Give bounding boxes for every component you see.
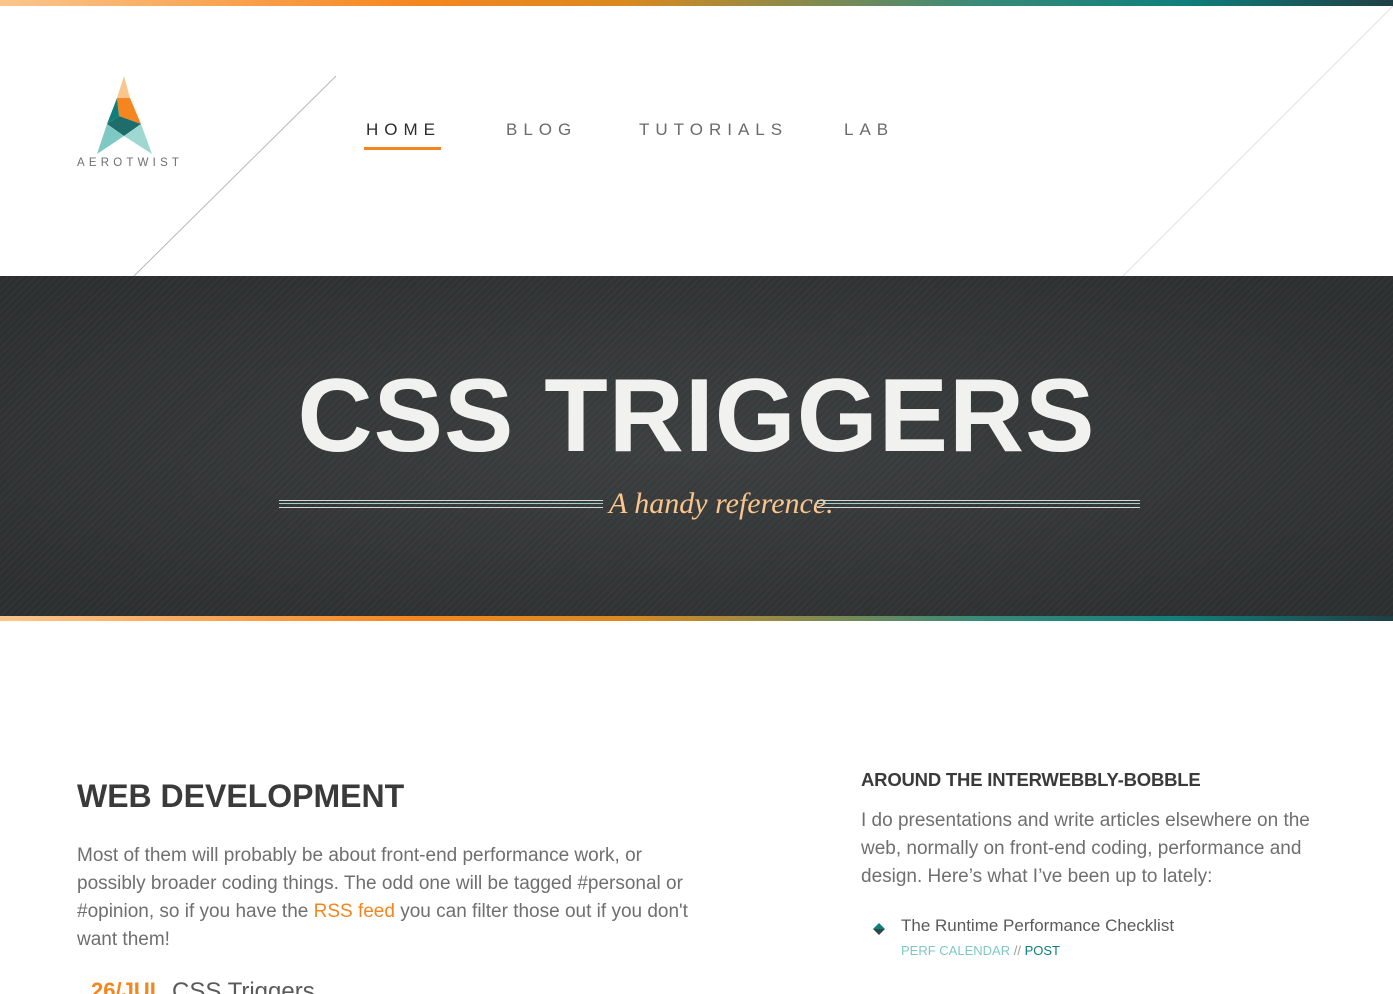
post-title-link[interactable]: CSS Triggers [172, 978, 315, 994]
logo-mark-icon [97, 76, 152, 154]
rss-feed-link[interactable]: RSS feed [314, 901, 395, 922]
diamond-icon [873, 923, 885, 935]
tagline-rule-left [279, 500, 603, 508]
banner-tagline: A handy reference. [609, 487, 834, 520]
item-type-link[interactable]: POST [1025, 943, 1060, 958]
section-intro: Most of them will probably be about fron… [77, 842, 697, 954]
list-item[interactable]: The Runtime Performance Checklist PERF C… [872, 916, 1332, 980]
item-source-link[interactable]: PERF CALENDAR [901, 943, 1010, 958]
banner-gradient-bar [0, 616, 1393, 621]
section-heading: WEB DEVELOPMENT [77, 778, 405, 814]
item-meta: PERF CALENDAR // POST [901, 943, 1060, 958]
tagline-rule-right [817, 500, 1140, 508]
nav-item-blog[interactable]: BLOG [506, 120, 577, 150]
sidebar-intro: I do presentations and write articles el… [861, 810, 1310, 887]
post-list-item[interactable]: 26/JUL CSS Triggers [77, 978, 677, 994]
item-title-link[interactable]: The Runtime Performance Checklist [901, 916, 1174, 936]
banner-title: CSS TRIGGERS [297, 358, 1096, 474]
sidebar-list: The Runtime Performance Checklist PERF C… [872, 916, 1332, 980]
nav-item-home[interactable]: HOME [364, 120, 441, 150]
nav-item-tutorials[interactable]: TUTORIALS [639, 120, 788, 150]
logo[interactable]: AEROTWIST [77, 76, 184, 186]
logo-wordmark: AEROTWIST [77, 157, 184, 169]
tagline-row: A handy reference. [279, 486, 1140, 522]
item-separator: // [1013, 943, 1021, 958]
sidebar-heading: AROUND THE INTERWEBBLY-BOBBLE [861, 769, 1201, 790]
hero-banner: CSS TRIGGERS A handy reference. [0, 276, 1393, 616]
nav-item-lab[interactable]: LAB [844, 120, 894, 150]
post-date: 26/JUL [91, 978, 164, 994]
site-header: AEROTWIST HOME BLOG TUTORIALS LAB [0, 6, 1393, 276]
